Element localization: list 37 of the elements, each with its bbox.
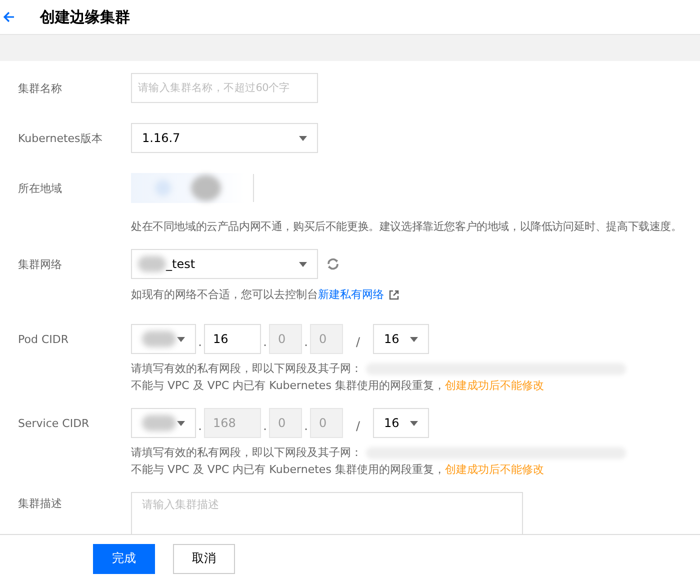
field-label: Pod CIDR [17,332,70,346]
hint-text: 请填写有效的私有网段，即以下网段及其子网： [131,361,362,377]
separator-text: / [354,419,362,435]
input-field[interactable]: 请输入集群名称，不超过60个字 [131,73,318,103]
create-vpc-link[interactable]: 新建私有网络 [318,287,384,302]
field-label: 集群网络 [17,256,63,272]
hint-text: 不能与 VPC 及 VPC 内已有 Kubernetes 集群使用的网段重复，创建成功后不能修改 [131,462,545,478]
select-field[interactable]: 16 [373,324,429,354]
select-field[interactable]: _test [131,249,318,279]
field-label: 集群名称 [17,80,63,96]
back-arrow-icon[interactable] [3,11,15,23]
field-label: Service CIDR [17,416,90,430]
done-button[interactable]: 完成 [93,544,155,574]
field-label: 所在地域 [17,180,63,196]
refresh-icon[interactable] [326,257,340,271]
select-field[interactable]: 1.16.7 [131,123,318,153]
field-label: Kubernetes版本 [17,130,104,146]
hint-text: 处在不同地域的云产品内网不通，购买后不能更换。建议选择靠近您客户的地域，以降低访问延时、提高下载速度。 [131,219,683,234]
octet-field[interactable]: 16 [204,324,261,354]
separator-text: . [197,335,203,351]
hint-text: 如现有的网络不合适，您可以去控制台 [131,287,318,302]
separator-text: / [354,335,362,351]
field-label: 集群描述 [17,496,63,511]
separator-text: . [262,419,268,435]
external-link-icon[interactable] [389,290,399,300]
select-field[interactable] [131,408,196,438]
select-field[interactable] [131,324,196,354]
separator-text: . [303,419,309,435]
page-title: 创建边缘集群 [40,8,130,26]
separator-text: . [197,419,203,435]
separator-text: . [262,335,268,351]
separator-text: . [303,335,309,351]
select-field[interactable]: 16 [373,408,429,438]
hint-text: 不能与 VPC 及 VPC 内已有 Kubernetes 集群使用的网段重复，创建成功后不能修改 [131,378,545,394]
hint-text: 请填写有效的私有网段，即以下网段及其子网： [131,445,362,461]
cancel-button[interactable]: 取消 [173,544,235,574]
description-field[interactable]: 请输入集群描述 [131,492,523,534]
